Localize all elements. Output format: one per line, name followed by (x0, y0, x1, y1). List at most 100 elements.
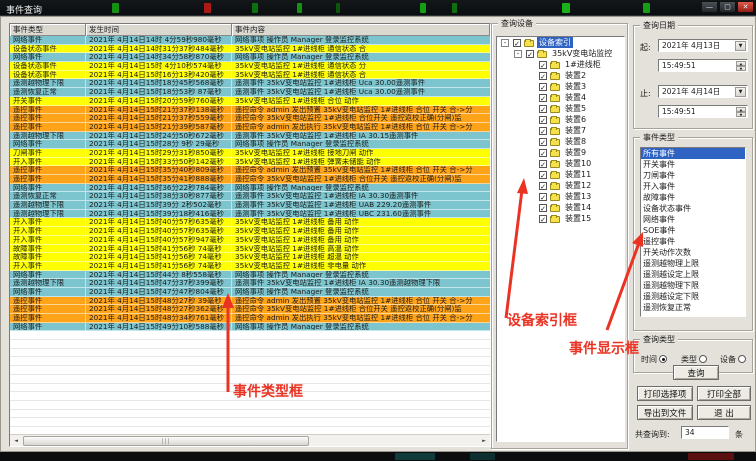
from-date-combo[interactable]: 2021年 4月13日 ▼ (658, 39, 748, 52)
event-type-option[interactable]: 设备状态事件 (641, 203, 745, 214)
to-time-spinner[interactable]: ▲ ▼ (736, 107, 746, 117)
checkbox-icon[interactable]: ✓ (539, 138, 547, 146)
table-row[interactable]: 开入事件2021年 4月14日15时40分57秒635毫秒35kV变电站监控 1… (10, 218, 490, 227)
export-button[interactable]: 导出到文件 (637, 405, 693, 420)
tree-item[interactable]: ✓装置7 (497, 125, 624, 136)
table-row[interactable]: 故障事件2021年 4月14日15时41分56秒 74毫秒35kV变电站监控 1… (10, 253, 490, 262)
table-row[interactable]: 遥测恢复正常2021年 4月14日15时18分53秒 87毫秒遥测事件 35kV… (10, 88, 490, 97)
table-row[interactable]: 遥控事件2021年 4月14日15时48分27秒362毫秒遥控命令 35kV变电… (10, 305, 490, 314)
print-all-button[interactable]: 打印全部 (697, 386, 751, 401)
event-type-option[interactable]: 刀闸事件 (641, 170, 745, 181)
tree-item[interactable]: ✓装置4 (497, 92, 624, 103)
table-row[interactable]: 网络事件2021年 4月14日14时 4分59秒980毫秒网络事项 操作员 Ma… (10, 36, 490, 45)
table-row[interactable]: 遥测越物理下限2021年 4月14日15时39分 2秒502毫秒遥测事件 35k… (10, 201, 490, 210)
spin-down-icon[interactable]: ▼ (736, 66, 746, 71)
table-row[interactable]: 开入事件2021年 4月14日15时40分57秒635毫秒35kV变电站监控 1… (10, 227, 490, 236)
table-row[interactable]: 刀闸事件2021年 4月14日15时29分31秒850毫秒35kV变电站监控 1… (10, 149, 490, 158)
event-type-option[interactable]: 遥测越物理下限 (641, 280, 745, 291)
column-header-content[interactable]: 事件内容 (232, 24, 490, 36)
to-date-combo[interactable]: 2021年 4月14日 ▼ (658, 85, 748, 98)
table-row[interactable]: 网络事件2021年 4月14日15时28分 9秒 29毫秒网络事项 操作员 Ma… (10, 140, 490, 149)
event-type-option[interactable]: 所有事件 (641, 148, 745, 159)
expand-toggle-icon[interactable]: - (501, 39, 509, 47)
table-row[interactable]: 遥控事件2021年 4月14日15时21分37秒138毫秒遥控命令 admin … (10, 106, 490, 115)
table-row[interactable]: 遥控事件2021年 4月14日15时35分40秒809毫秒遥控命令 admin … (10, 166, 490, 175)
radio-icon[interactable] (699, 355, 707, 363)
radio-time[interactable]: 时间 (641, 354, 667, 365)
checkbox-icon[interactable]: ✓ (513, 39, 521, 47)
checkbox-icon[interactable]: ✓ (539, 215, 547, 223)
checkbox-icon[interactable]: ✓ (539, 149, 547, 157)
table-row[interactable]: 遥控事件2021年 4月14日15时21分39秒587毫秒遥控命令 admin … (10, 123, 490, 132)
table-row[interactable]: 故障事件2021年 4月14日15时41分56秒 74毫秒35kV变电站监控 1… (10, 245, 490, 254)
query-button[interactable]: 查询 (673, 365, 719, 380)
tree-item[interactable]: ✓装置9 (497, 147, 624, 158)
event-type-option[interactable]: 遥控事件 (641, 236, 745, 247)
print-selected-button[interactable]: 打印选择项 (637, 386, 693, 401)
event-type-option[interactable]: 遥测恢复正常 (641, 302, 745, 313)
checkbox-icon[interactable]: ✓ (539, 94, 547, 102)
minimize-button[interactable]: — (701, 1, 718, 13)
column-header-time[interactable]: 发生时间 (86, 24, 232, 36)
tree-item[interactable]: ✓装置13 (497, 191, 624, 202)
tree-item[interactable]: -✓35kV变电站监控 (497, 48, 624, 59)
chevron-down-icon[interactable]: ▼ (735, 87, 746, 97)
event-type-option[interactable]: 遥测越设定下限 (641, 291, 745, 302)
checkbox-icon[interactable]: ✓ (539, 72, 547, 80)
table-row[interactable]: 遥控事件2021年 4月14日15时35分41秒888毫秒遥控命令 35kV变电… (10, 175, 490, 184)
tree-item[interactable]: ✓装置2 (497, 70, 624, 81)
table-row[interactable]: 设备状态事件2021年 4月14日15时16分13秒420毫秒35kV变电站监控… (10, 71, 490, 80)
exit-button[interactable]: 退 出 (697, 405, 751, 420)
event-type-option[interactable]: 网络事件 (641, 214, 745, 225)
table-row[interactable]: 网络事件2021年 4月14日15时36分22秒784毫秒网络事项 操作员 Ma… (10, 184, 490, 193)
from-time-field[interactable]: 15:49:51 ▲ ▼ (658, 59, 748, 72)
checkbox-icon[interactable]: ✓ (539, 171, 547, 179)
tree-item[interactable]: ✓装置3 (497, 81, 624, 92)
table-row[interactable]: 设备状态事件2021年 4月14日14时31分37秒484毫秒35kV变电站监控… (10, 45, 490, 54)
table-row[interactable]: 遥测越物理下限2021年 4月14日15时39分18秒416毫秒遥测事件 35k… (10, 210, 490, 219)
table-row[interactable]: 开入事件2021年 4月14日15时41分56秒 74毫秒35kV变电站监控 1… (10, 262, 490, 271)
table-row[interactable]: 遥控事件2021年 4月14日15时48分27秒 39毫秒遥控命令 admin … (10, 297, 490, 306)
spin-down-icon[interactable]: ▼ (736, 112, 746, 117)
table-row[interactable]: 设备状态事件2021年 4月14日15时 4分10秒574毫秒35kV变电站监控… (10, 62, 490, 71)
tree-item[interactable]: ✓装置8 (497, 136, 624, 147)
event-type-option[interactable]: SOE事件 (641, 225, 745, 236)
tree-item[interactable]: ✓装置10 (497, 158, 624, 169)
table-row[interactable]: 遥测恢复正常2021年 4月14日15时38分30秒877毫秒遥测事件 35kV… (10, 192, 490, 201)
chevron-down-icon[interactable]: ▼ (735, 41, 746, 51)
table-row[interactable]: 遥测越物理下限2021年 4月14日15时18分45秒568毫秒遥测事件 35k… (10, 79, 490, 88)
checkbox-icon[interactable]: ✓ (539, 204, 547, 212)
close-button[interactable]: ✕ (737, 1, 754, 13)
horizontal-scrollbar[interactable]: ◄ ||| ► (10, 434, 490, 446)
radio-device[interactable]: 设备 (720, 354, 746, 365)
checkbox-icon[interactable]: ✓ (539, 83, 547, 91)
scrollbar-thumb[interactable]: ||| (23, 436, 309, 446)
radio-type[interactable]: 类型 (681, 354, 707, 365)
tree-item[interactable]: ✓装置15 (497, 213, 624, 224)
table-row[interactable]: 开关事件2021年 4月14日15时20分59秒760毫秒35kV变电站监控 1… (10, 97, 490, 106)
checkbox-icon[interactable]: ✓ (539, 116, 547, 124)
checkbox-icon[interactable]: ✓ (539, 193, 547, 201)
table-row[interactable]: 遥控事件2021年 4月14日15时21分37秒559毫秒遥控命令 35kV变电… (10, 114, 490, 123)
table-row[interactable]: 网络事件2021年 4月14日15时47分47秒804毫秒网络事项 操作员 Ma… (10, 288, 490, 297)
radio-selected-icon[interactable] (659, 355, 667, 363)
table-row[interactable]: 遥控事件2021年 4月14日15时48分34秒761毫秒遥控命令 admin … (10, 314, 490, 323)
checkbox-icon[interactable]: ✓ (539, 127, 547, 135)
table-row[interactable]: 网络事件2021年 4月14日15时49分10秒588毫秒网络事项 操作员 Ma… (10, 323, 490, 332)
tree-item[interactable]: ✓装置11 (497, 169, 624, 180)
result-count-field[interactable]: 34 (681, 426, 729, 439)
event-type-option[interactable]: 开关事件 (641, 159, 745, 170)
scroll-left-icon[interactable]: ◄ (10, 436, 22, 446)
table-row[interactable]: 网络事件2021年 4月14日15时44分 8秒558毫秒网络事项 操作员 Ma… (10, 271, 490, 280)
table-row[interactable]: 遥测越物理下限2021年 4月14日15时47分37秒399毫秒遥测事件 35k… (10, 279, 490, 288)
column-header-event-type[interactable]: 事件类型 (10, 24, 86, 36)
tree-item[interactable]: ✓装置6 (497, 114, 624, 125)
radio-icon[interactable] (738, 355, 746, 363)
event-type-option[interactable]: 开入事件 (641, 181, 745, 192)
event-type-option[interactable]: 遥测越物理上限 (641, 258, 745, 269)
event-type-option[interactable]: 开关动作次数 (641, 247, 745, 258)
from-time-spinner[interactable]: ▲ ▼ (736, 61, 746, 71)
checkbox-icon[interactable]: ✓ (526, 50, 534, 58)
checkbox-icon[interactable]: ✓ (539, 105, 547, 113)
event-type-option[interactable]: 遥测越设定上限 (641, 269, 745, 280)
